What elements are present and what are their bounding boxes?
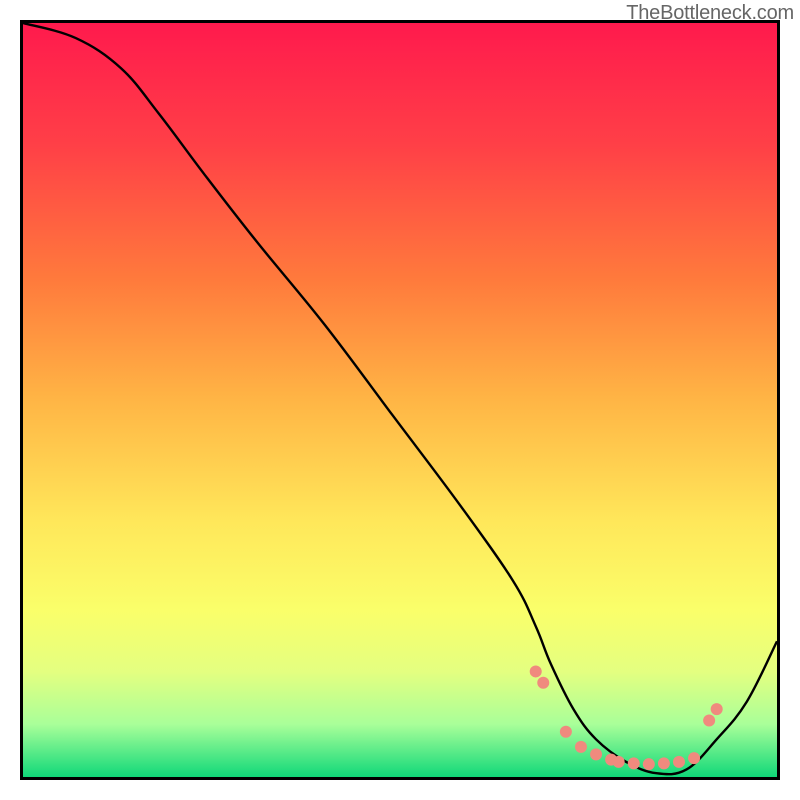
marker-dot	[530, 665, 542, 677]
plot-area	[20, 20, 780, 780]
marker-dot	[703, 714, 715, 726]
marker-dot	[628, 757, 640, 769]
marker-dot	[575, 741, 587, 753]
marker-dot	[537, 677, 549, 689]
marker-dot	[673, 756, 685, 768]
marker-dot	[711, 703, 723, 715]
marker-dot	[590, 748, 602, 760]
curve-layer	[23, 23, 777, 777]
marker-dot	[658, 757, 670, 769]
bottleneck-curve	[23, 23, 777, 774]
chart-container: TheBottleneck.com	[0, 0, 800, 800]
marker-dot	[688, 752, 700, 764]
watermark-text: TheBottleneck.com	[626, 2, 794, 25]
marker-dot	[613, 756, 625, 768]
marker-dot	[643, 758, 655, 770]
marker-dot	[560, 726, 572, 738]
